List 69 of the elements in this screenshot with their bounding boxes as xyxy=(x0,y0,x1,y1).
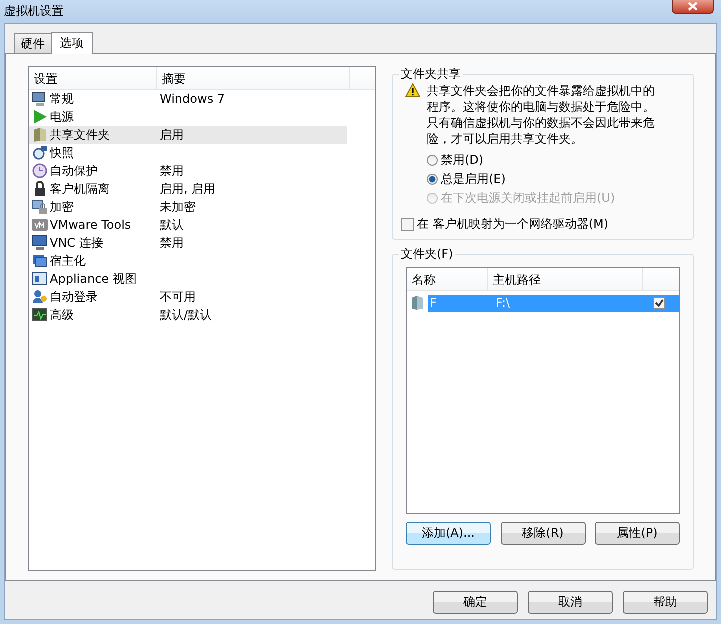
column-header[interactable]: 主机路径 xyxy=(488,268,643,290)
setting-name: 自动登录 xyxy=(50,288,98,306)
setting-name: 客户机隔离 xyxy=(50,180,110,198)
settings-item[interactable]: 自动保护 禁用 xyxy=(29,162,347,180)
setting-name: 常规 xyxy=(50,90,74,108)
folder-button[interactable]: 添加(A)... xyxy=(406,522,491,545)
radio-option[interactable]: 总是启用(E) xyxy=(427,170,685,189)
settings-item[interactable]: 电源 xyxy=(29,108,347,126)
window-title: 虚拟机设置 xyxy=(3,3,64,20)
setting-summary: 禁用 xyxy=(160,164,184,178)
setting-name: 宿主化 xyxy=(50,252,86,270)
monitor-icon xyxy=(32,91,48,107)
dialog-button[interactable]: 帮助 xyxy=(623,591,708,614)
setting-summary: 默认 xyxy=(160,218,184,232)
group-title: 文件夹(F) xyxy=(400,246,454,263)
settings-item[interactable]: 自动登录 不可用 xyxy=(29,288,347,306)
settings-item[interactable]: VMware Tools 默认 xyxy=(29,216,347,234)
monitor-icon xyxy=(32,235,48,251)
setting-summary: 禁用 xyxy=(160,236,184,250)
column-header[interactable]: 设置 xyxy=(29,67,157,89)
tab[interactable]: 硬件 xyxy=(14,33,52,53)
dialog-button[interactable]: 取消 xyxy=(528,591,613,614)
setting-summary: 不可用 xyxy=(160,290,196,304)
settings-item[interactable]: 常规 Windows 7 xyxy=(29,90,347,108)
vm-icon xyxy=(32,217,48,233)
column-header[interactable]: 摘要 xyxy=(157,67,350,89)
folder-button[interactable]: 移除(R) xyxy=(500,522,586,545)
folder-icon xyxy=(411,295,425,311)
window-icon xyxy=(32,253,48,269)
column-header[interactable]: 名称 xyxy=(407,268,488,290)
group-title: 文件夹共享 xyxy=(400,66,462,83)
check-icon xyxy=(654,298,664,308)
setting-name: 电源 xyxy=(50,108,74,126)
settings-item[interactable]: 共享文件夹 启用 xyxy=(29,126,347,144)
setting-name: 快照 xyxy=(50,144,74,162)
window-icon xyxy=(32,271,48,287)
settings-item[interactable]: 高级 默认/默认 xyxy=(29,306,347,324)
settings-item[interactable]: VNC 连接 禁用 xyxy=(29,234,347,252)
close-icon xyxy=(687,2,699,11)
setting-name: VMware Tools xyxy=(50,218,132,232)
lock-icon xyxy=(32,181,48,197)
radio-option[interactable]: 禁用(D) xyxy=(427,151,685,170)
map-drive-checkbox[interactable]: 在 客户机映射为一个网络驱动器(M) xyxy=(401,216,685,233)
lock-icon xyxy=(32,199,48,215)
settings-item[interactable]: 宿主化 xyxy=(29,252,347,270)
settings-item[interactable]: Appliance 视图 xyxy=(29,270,347,288)
dialog-button[interactable]: 确定 xyxy=(433,591,518,614)
settings-item[interactable]: 加密 未加密 xyxy=(29,198,347,216)
close-button[interactable] xyxy=(672,0,714,14)
setting-name: 加密 xyxy=(50,198,74,216)
setting-name: Appliance 视图 xyxy=(50,270,137,288)
setting-name: 共享文件夹 xyxy=(50,126,110,144)
setting-summary: Windows 7 xyxy=(160,92,226,106)
folder-icon xyxy=(32,127,48,143)
settings-item[interactable]: 客户机隔离 启用, 启用 xyxy=(29,180,347,198)
warning-text: 共享文件夹会把你的文件暴露给虚拟机中的程序。这将使你的电脑与数据处于危险中。只有确信虚拟机与你的数据不会因此带来危险，才可以启用共享文件夹。 xyxy=(427,83,656,147)
setting-name: 高级 xyxy=(50,306,74,324)
folder-button[interactable]: 属性(P) xyxy=(595,522,680,545)
setting-summary: 启用, 启用 xyxy=(160,182,216,196)
chart-icon xyxy=(32,307,48,323)
settings-item[interactable]: 快照 xyxy=(29,144,347,162)
setting-name: VNC 连接 xyxy=(50,234,104,252)
setting-summary: 默认/默认 xyxy=(160,308,212,322)
setting-name: 自动保护 xyxy=(50,162,98,180)
clock-icon xyxy=(32,163,48,179)
setting-summary: 启用 xyxy=(160,128,184,142)
warning-icon xyxy=(405,83,421,98)
setting-summary: 未加密 xyxy=(160,200,196,214)
tab[interactable]: 选项 xyxy=(51,32,93,54)
